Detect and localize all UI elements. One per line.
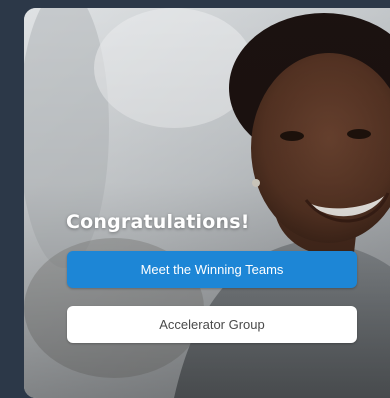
promo-card: Congratulations! Meet the Winning Teams … [24, 8, 390, 398]
accelerator-group-button[interactable]: Accelerator Group [67, 306, 357, 343]
meet-winning-teams-button[interactable]: Meet the Winning Teams [67, 251, 357, 288]
headline: Congratulations! [66, 211, 250, 233]
